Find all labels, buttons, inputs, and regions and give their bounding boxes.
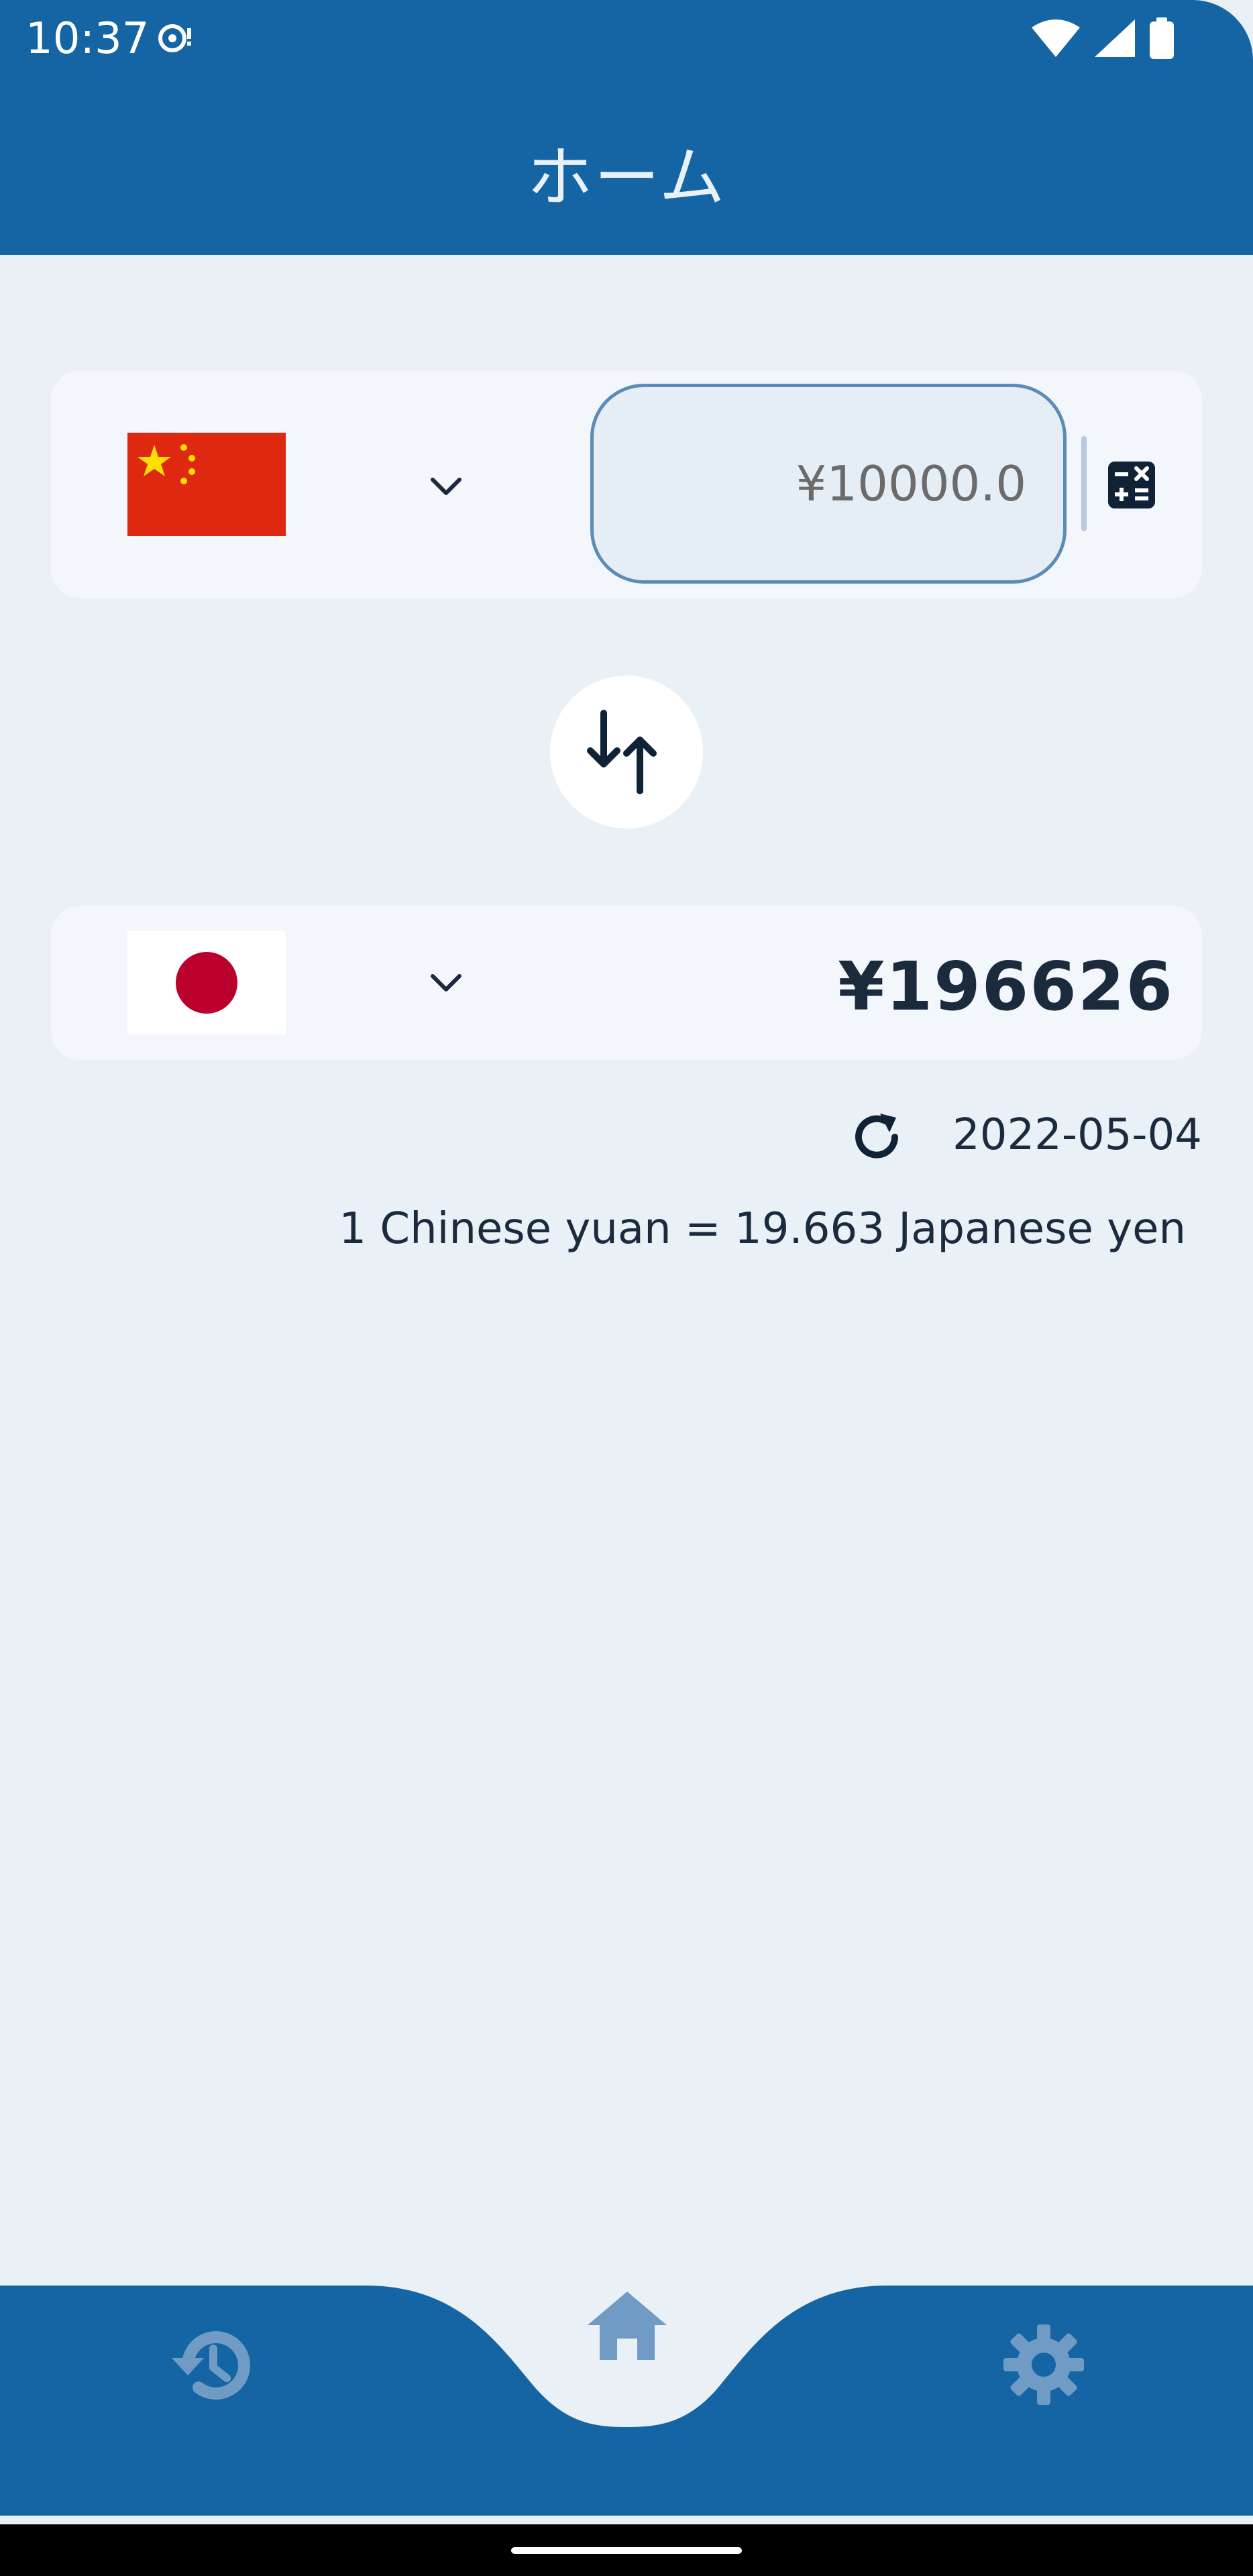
rate-date: 2022-05-04 <box>952 1110 1202 1160</box>
home-icon[interactable] <box>582 2281 672 2371</box>
signal-icon <box>1095 19 1135 57</box>
from-currency-dropdown-chevron-down-icon[interactable] <box>426 473 466 500</box>
to-currency-dropdown-chevron-down-icon[interactable] <box>426 969 466 996</box>
swap-currencies-button[interactable] <box>550 676 703 828</box>
status-right-icons <box>1030 17 1175 59</box>
china-flag-icon[interactable] <box>127 433 286 536</box>
swap-icon <box>587 710 657 794</box>
refresh-icon[interactable] <box>847 1107 907 1167</box>
japan-flag-icon[interactable] <box>127 931 286 1034</box>
app-root: 10:37 ホーム ¥10000.0 ¥196626 2022-05-04 1 … <box>0 0 1253 2576</box>
history-icon[interactable] <box>161 2318 255 2412</box>
exchange-rate-text: 1 Chinese yuan = 19.663 Japanese yen <box>339 1204 1186 1254</box>
wifi-icon <box>1032 19 1080 57</box>
status-media-icon <box>158 24 191 52</box>
calculator-icon[interactable] <box>1108 462 1155 508</box>
gesture-handle[interactable] <box>511 2547 742 2554</box>
converted-amount: ¥196626 <box>837 947 1174 1026</box>
input-divider <box>1081 436 1087 531</box>
amount-input[interactable] <box>590 384 1067 584</box>
gear-icon[interactable] <box>997 2318 1091 2412</box>
battery-icon <box>1150 17 1174 59</box>
app-bar: 10:37 ホーム <box>0 0 1253 255</box>
status-time: 10:37 <box>25 14 150 64</box>
page-title: ホーム <box>527 140 726 216</box>
